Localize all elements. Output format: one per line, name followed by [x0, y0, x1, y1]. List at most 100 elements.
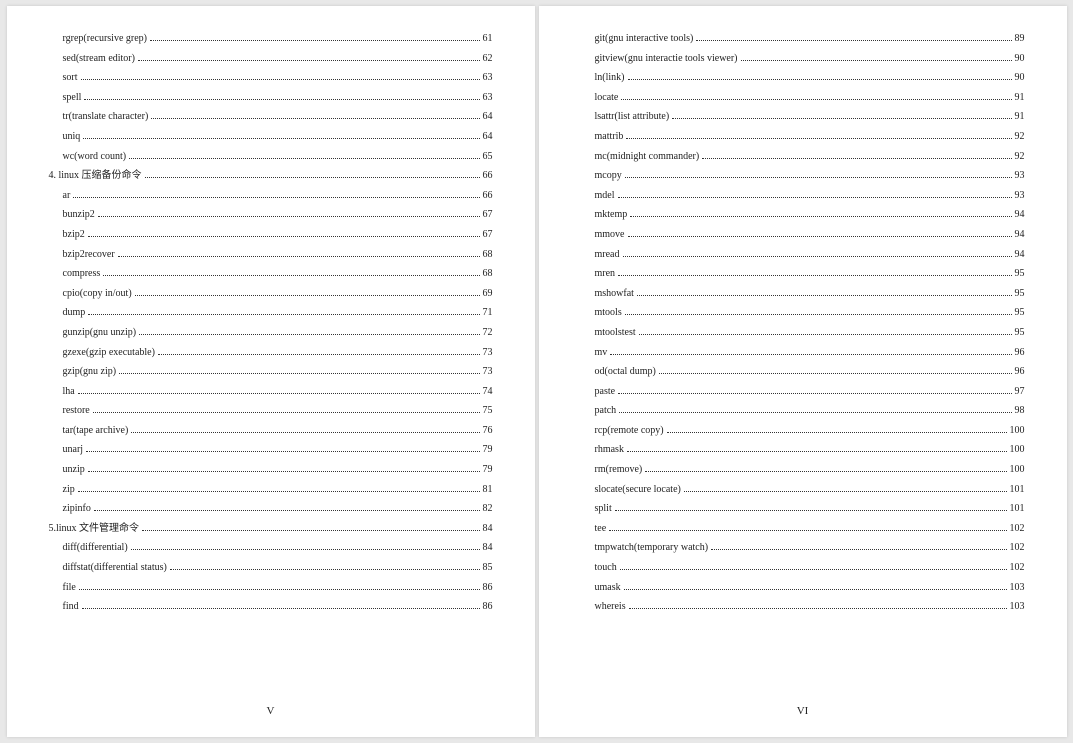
toc-leader-dots — [667, 432, 1007, 433]
toc-entry-page: 68 — [483, 269, 493, 279]
toc-leader-dots — [628, 236, 1012, 237]
toc-entry: lha74 — [49, 387, 493, 397]
toc-entry-page: 79 — [483, 465, 493, 475]
toc-entry: rcp(remote copy) 100 — [581, 426, 1025, 436]
toc-entry-page: 94 — [1015, 210, 1025, 220]
toc-entry-page: 89 — [1015, 34, 1025, 44]
toc-entry: dump71 — [49, 308, 493, 318]
toc-entry-title: gzexe(gzip executable) — [63, 348, 155, 358]
toc-entry-title: git(gnu interactive tools) — [595, 34, 694, 44]
toc-entry-title: file — [63, 583, 76, 593]
toc-leader-dots — [81, 79, 480, 80]
toc-entry: gzexe(gzip executable)73 — [49, 348, 493, 358]
toc-entry-title: diff(differential) — [63, 543, 128, 553]
toc-entry-title: cpio(copy in/out) — [63, 289, 132, 299]
toc-entry-page: 92 — [1015, 132, 1025, 142]
toc-entry: mv96 — [581, 348, 1025, 358]
toc-entry: lsattr(list attribute)91 — [581, 112, 1025, 122]
toc-entry-page: 95 — [1015, 328, 1025, 338]
toc-leader-dots — [79, 589, 480, 590]
toc-entry: split101 — [581, 504, 1025, 514]
toc-entry-page: 102 — [1010, 524, 1025, 534]
toc-entry-title: mdel — [595, 191, 615, 201]
toc-leader-dots — [84, 99, 479, 100]
toc-entry-page: 64 — [483, 132, 493, 142]
toc-entry-title: mmove — [595, 230, 625, 240]
toc-leader-dots — [83, 138, 479, 139]
toc-entry-title: gitview(gnu interactie tools viewer) — [595, 54, 738, 64]
toc-entry-page: 62 — [483, 54, 493, 64]
toc-entry: mtoolstest95 — [581, 328, 1025, 338]
toc-entry: umask103 — [581, 583, 1025, 593]
toc-entry-title: mread — [595, 250, 620, 260]
toc-entry-title: diffstat(differential status) — [63, 563, 167, 573]
toc-entry: mtools95 — [581, 308, 1025, 318]
toc-entry: ar66 — [49, 191, 493, 201]
toc-leader-dots — [88, 236, 480, 237]
toc-leader-dots — [618, 197, 1012, 198]
toc-entry-page: 61 — [483, 34, 493, 44]
toc-leader-dots — [623, 256, 1012, 257]
toc-entry: patch98 — [581, 406, 1025, 416]
toc-entry-page: 96 — [1015, 367, 1025, 377]
toc-entry-title: rhmask — [595, 445, 624, 455]
toc-entry-title: gzip(gnu zip) — [63, 367, 117, 377]
toc-leader-dots — [630, 216, 1011, 217]
toc-leader-dots — [78, 393, 480, 394]
toc-entry-page: 66 — [483, 171, 493, 181]
toc-entry: sort63 — [49, 73, 493, 83]
toc-entry-title: ln(link) — [595, 73, 625, 83]
toc-entry-page: 73 — [483, 367, 493, 377]
toc-leader-dots — [609, 530, 1006, 531]
toc-leader-dots — [93, 412, 480, 413]
toc-entry: tar(tape archive)76 — [49, 426, 493, 436]
toc-entry: wc(word count)65 — [49, 152, 493, 162]
toc-entry: bzip267 — [49, 230, 493, 240]
toc-entry: zipinfo82 — [49, 504, 493, 514]
toc-entry-title: lha — [63, 387, 75, 397]
toc-leader-dots — [702, 158, 1011, 159]
toc-leader-dots — [158, 354, 480, 355]
toc-entry-title: rcp(remote copy) — [595, 426, 664, 436]
toc-entry-title: sed(stream editor) — [63, 54, 135, 64]
toc-leader-dots — [741, 60, 1012, 61]
toc-leader-dots — [639, 334, 1012, 335]
toc-leader-dots — [88, 314, 479, 315]
toc-leader-dots — [645, 471, 1006, 472]
toc-entry: restore 75 — [49, 406, 493, 416]
toc-entry-page: 102 — [1010, 563, 1025, 573]
toc-entry: od(octal dump)96 — [581, 367, 1025, 377]
toc-leader-dots — [615, 510, 1007, 511]
toc-entry-page: 75 — [483, 406, 493, 416]
toc-entry-title: mshowfat — [595, 289, 634, 299]
toc-entry-title: mktemp — [595, 210, 628, 220]
toc-leader-dots — [672, 118, 1011, 119]
toc-entry: diff(differential)84 — [49, 543, 493, 553]
toc-leader-dots — [659, 373, 1012, 374]
toc-entry-page: 95 — [1015, 269, 1025, 279]
toc-entry-title: compress — [63, 269, 101, 279]
toc-entry: rgrep(recursive grep) 61 — [49, 34, 493, 44]
toc-leader-dots — [119, 373, 479, 374]
toc-entry-page: 96 — [1015, 348, 1025, 358]
toc-entry-page: 81 — [483, 485, 493, 495]
toc-entry-title: mcopy — [595, 171, 622, 181]
toc-entry: tmpwatch(temporary watch)102 — [581, 543, 1025, 553]
toc-entry-title: restore — [63, 406, 90, 416]
toc-leader-dots — [170, 569, 480, 570]
toc-entry: whereis103 — [581, 602, 1025, 612]
toc-leader-dots — [627, 451, 1007, 452]
toc-entry: find86 — [49, 602, 493, 612]
toc-entry-page: 98 — [1015, 406, 1025, 416]
toc-entry-title: mtools — [595, 308, 622, 318]
toc-entry-title: unarj — [63, 445, 84, 455]
toc-entry-title: 4. linux 压缩备份命令 — [49, 171, 142, 181]
toc-entry-title: rgrep(recursive grep) — [63, 34, 148, 44]
toc-entry-title: zip — [63, 485, 75, 495]
toc-leader-dots — [711, 549, 1006, 550]
toc-entry-page: 97 — [1015, 387, 1025, 397]
page-left: rgrep(recursive grep) 61 sed(stream editor… — [7, 6, 535, 737]
toc-entry-page: 100 — [1010, 426, 1025, 436]
toc-entry: bzip2recover68 — [49, 250, 493, 260]
toc-entry-page: 101 — [1010, 485, 1025, 495]
